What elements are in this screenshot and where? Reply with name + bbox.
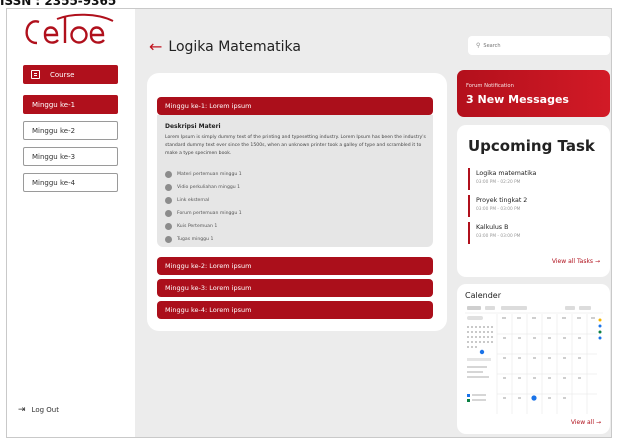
upcoming-title: Upcoming Task: [468, 137, 595, 155]
course-label: Course: [50, 70, 75, 79]
search-input[interactable]: [483, 42, 594, 49]
calendar-card: Calender View all →: [457, 284, 610, 434]
task-name: Kalkulus B: [476, 224, 509, 231]
external-link-label: Link eksternal: [177, 198, 210, 203]
course-content-card: Minggu ke-1: Lorem ipsum Deskripsi Mater…: [147, 73, 447, 331]
section-week-2-header[interactable]: Minggu ke-2: Lorem ipsum: [157, 257, 433, 275]
assignment-icon: [165, 236, 172, 243]
task-time: 03:00 PM - 03:00 PM: [476, 207, 521, 212]
task-name: Logika matematika: [476, 170, 537, 177]
course-icon: [31, 70, 40, 79]
notification-count: 3 New Messages: [466, 93, 569, 106]
logout-label: Log Out: [31, 406, 59, 414]
calendar-thumbnail[interactable]: [465, 304, 603, 414]
video-icon: [165, 184, 172, 191]
sidebar-item-label: Minggu ke-1: [32, 100, 76, 109]
view-all-calendar-link[interactable]: View all →: [571, 419, 601, 426]
task-item[interactable]: Logika matematika 03:00 PM - 02:20 PM: [468, 168, 598, 190]
task-time: 03:00 PM - 02:20 PM: [476, 180, 521, 185]
assignment-item-label: Tugas minggu 1: [177, 237, 214, 242]
logout-button[interactable]: ⇥ Log Out: [18, 405, 59, 415]
app-frame: Course Minggu ke-1 Minggu ke-2 Minggu ke…: [6, 8, 612, 438]
section-week-1-body: Deskripsi Materi Lorem Ipsum is simply d…: [157, 115, 433, 247]
video-item-label: Vidio perkuliahan minggu 1: [177, 185, 241, 190]
sidebar-item-week-1[interactable]: Minggu ke-1: [23, 95, 118, 114]
video-item[interactable]: Vidio perkuliahan minggu 1: [165, 184, 240, 191]
task-name: Proyek tingkat 2: [476, 197, 528, 204]
view-all-tasks-link[interactable]: View all Tasks →: [552, 258, 600, 265]
description-title: Deskripsi Materi: [165, 123, 221, 130]
upcoming-task-card: Upcoming Task Logika matematika 03:00 PM…: [457, 125, 610, 277]
task-item[interactable]: Proyek tingkat 2 03:00 PM - 03:00 PM: [468, 195, 598, 217]
link-icon: [165, 197, 172, 204]
section-heading: Minggu ke-1: Lorem ipsum: [165, 102, 252, 110]
sidebar-item-label: Minggu ke-4: [32, 178, 76, 187]
search-icon: ⚲: [476, 42, 481, 49]
section-week-4-header[interactable]: Minggu ke-4: Lorem ipsum: [157, 301, 433, 319]
task-item[interactable]: Kalkulus B 03:00 PM - 03:00 PM: [468, 222, 598, 244]
section-week-1-header[interactable]: Minggu ke-1: Lorem ipsum: [157, 97, 433, 115]
issn-caption: ISSN : 2355-9365: [0, 0, 117, 8]
calendar-title: Calender: [465, 291, 501, 300]
quiz-item-label: Kuis Pertemuan 1: [177, 224, 218, 229]
back-arrow-icon[interactable]: ←: [149, 37, 162, 56]
page-title-text: Logika Matematika: [168, 38, 301, 55]
task-time: 03:00 PM - 03:00 PM: [476, 234, 521, 239]
sidebar-item-label: Minggu ke-2: [32, 126, 76, 135]
section-heading: Minggu ke-3: Lorem ipsum: [165, 284, 252, 292]
material-icon: [165, 171, 172, 178]
material-item[interactable]: Materi pertemuan minggu 1: [165, 171, 242, 178]
assignment-item[interactable]: Tugas minggu 1: [165, 236, 213, 243]
section-heading: Minggu ke-4: Lorem ipsum: [165, 306, 252, 314]
section-heading: Minggu ke-2: Lorem ipsum: [165, 262, 252, 270]
sidebar-item-label: Minggu ke-3: [32, 152, 76, 161]
forum-item[interactable]: Forum pertemuan minggu 1: [165, 210, 242, 217]
sidebar-item-week-3[interactable]: Minggu ke-3: [23, 147, 118, 166]
notification-label: Forum Notification: [466, 83, 514, 89]
material-item-label: Materi pertemuan minggu 1: [177, 172, 242, 177]
section-week-3-header[interactable]: Minggu ke-3: Lorem ipsum: [157, 279, 433, 297]
forum-item-label: Forum pertemuan minggu 1: [177, 211, 242, 216]
celoe-logo: [17, 13, 125, 51]
celoe-logo-image: [25, 13, 114, 45]
description-text: Lorem Ipsum is simply dummy text of the …: [165, 135, 426, 157]
sidebar-item-week-2[interactable]: Minggu ke-2: [23, 121, 118, 140]
external-link-item[interactable]: Link eksternal: [165, 197, 209, 204]
search-box[interactable]: ⚲: [468, 36, 610, 55]
page-title: ← Logika Matematika: [149, 37, 301, 56]
forum-notification-card[interactable]: Forum Notification 3 New Messages: [457, 70, 610, 117]
quiz-icon: [165, 223, 172, 230]
sidebar-item-week-4[interactable]: Minggu ke-4: [23, 173, 118, 192]
course-button[interactable]: Course: [23, 65, 118, 84]
calendar-preview-image: [465, 304, 603, 414]
sidebar: Course Minggu ke-1 Minggu ke-2 Minggu ke…: [7, 9, 135, 437]
logout-icon: ⇥: [18, 405, 26, 415]
forum-icon: [165, 210, 172, 217]
quiz-item[interactable]: Kuis Pertemuan 1: [165, 223, 217, 230]
